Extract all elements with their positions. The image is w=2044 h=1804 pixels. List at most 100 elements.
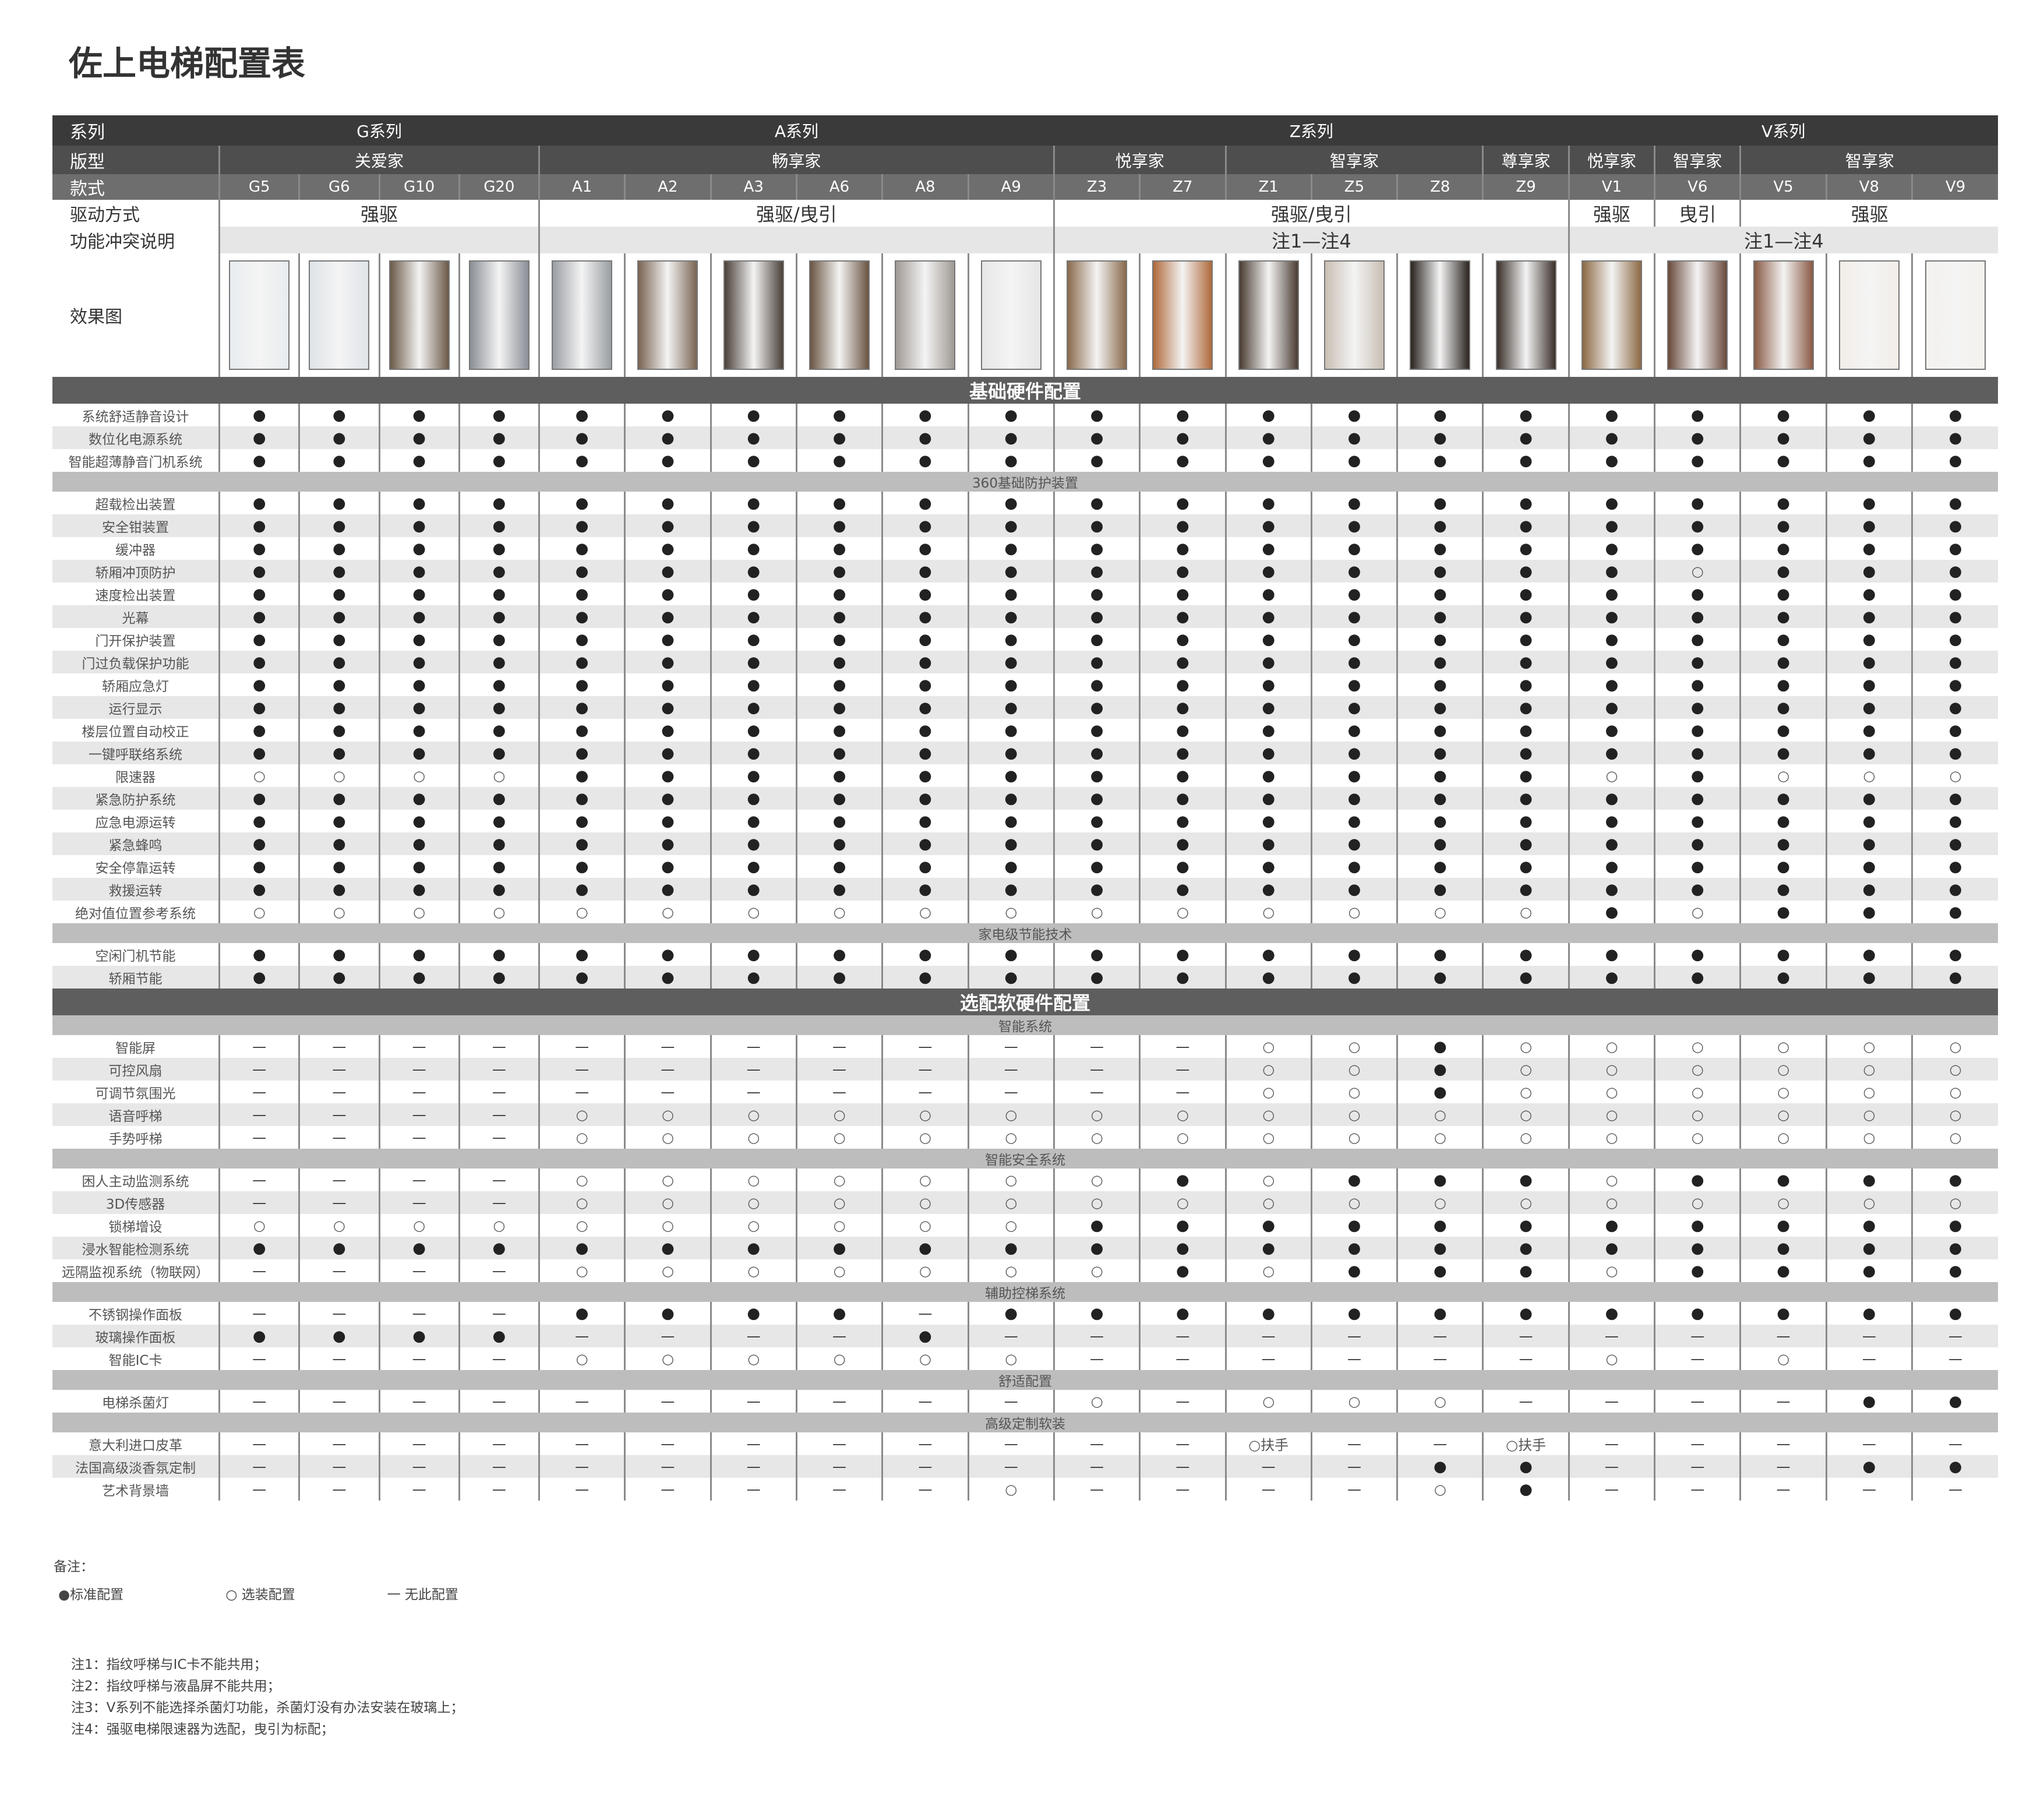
config-cell: ●	[1053, 764, 1140, 787]
table-row: 轿厢节能 ● ● ● ● ● ● ● ● ● ● ● ● ● ● ● ● ● ● ● ● ●	[52, 966, 1998, 989]
config-cell: —	[881, 1058, 969, 1081]
config-cell: —	[1654, 1478, 1741, 1501]
elevator-car-image	[1067, 260, 1128, 370]
config-cell: —	[1911, 1325, 1998, 1347]
config-cell: ○	[967, 1191, 1054, 1214]
car-image-cell	[538, 253, 625, 377]
config-cell: ○	[1224, 1390, 1312, 1413]
config-cell: ●	[218, 651, 299, 673]
config-cell: ●	[1310, 1237, 1397, 1259]
config-cell: —	[218, 1259, 299, 1282]
config-cell: ●	[1224, 426, 1312, 449]
config-cell: ●	[709, 404, 797, 426]
config-cell: ●	[624, 966, 711, 989]
config-cell: —	[1053, 1325, 1140, 1347]
config-cell: ●	[1310, 787, 1397, 810]
table-row: 运行显示 ● ● ● ● ● ● ● ● ● ● ● ● ● ● ● ● ● ● ● ● ●	[52, 696, 1998, 719]
config-cell: ●	[881, 764, 969, 787]
config-cell: —	[881, 1390, 969, 1413]
config-cell: ○	[1739, 1191, 1827, 1214]
config-cell: ●	[1568, 582, 1655, 605]
config-cell: ●	[1224, 492, 1312, 514]
elevator-car-image	[637, 260, 698, 370]
config-cell: ●	[1654, 1214, 1741, 1237]
config-cell: ○	[881, 1214, 969, 1237]
config-cell: ●	[218, 628, 299, 651]
model-cell: V6	[1654, 174, 1741, 200]
config-cell: ●	[1739, 696, 1827, 719]
config-cell: ○	[1396, 1478, 1483, 1501]
config-cell: ●	[1482, 943, 1569, 966]
config-cell: ○	[709, 1191, 797, 1214]
config-cell: ●	[624, 832, 711, 855]
feature-label: 绝对值位置参考系统	[75, 906, 196, 922]
config-cell: ●	[1053, 787, 1140, 810]
drive-cell: 强驱	[1739, 200, 1998, 227]
series-cell: Z系列	[1054, 115, 1569, 146]
config-cell: ○	[1224, 1259, 1312, 1282]
config-cell: ●	[378, 696, 460, 719]
footnotes: 注1：指纹呼梯与IC卡不能共用； 注2：指纹呼梯与液晶屏不能共用； 注3：V系列…	[71, 1654, 464, 1741]
config-cell: —	[538, 1035, 625, 1058]
config-cell: ○	[1825, 1191, 1912, 1214]
config-cell: ●	[1825, 943, 1912, 966]
config-cell: ●	[1825, 492, 1912, 514]
config-cell: ●	[1396, 1058, 1483, 1081]
config-cell: ●	[1224, 605, 1312, 628]
feature-label: 3D传感器	[52, 1191, 220, 1214]
model-cell: G5	[218, 174, 299, 200]
config-cell: ●	[1139, 764, 1226, 787]
config-cell: ●	[1825, 514, 1912, 537]
config-cell: ○	[1825, 1103, 1912, 1126]
config-cell: ○	[1911, 1058, 1998, 1081]
config-cell: ●	[1139, 560, 1226, 582]
config-cell: ●	[881, 449, 969, 472]
config-cell: ●	[1139, 492, 1226, 514]
config-cell: —	[1911, 1347, 1998, 1370]
table-row: 数位化电源系统 ● ● ● ● ● ● ● ● ● ● ● ● ● ● ● ● ● ● ● ● ●	[52, 426, 1998, 449]
config-cell: ○	[967, 1347, 1054, 1370]
config-cell: ●	[378, 787, 460, 810]
config-cell: ●	[1310, 537, 1397, 560]
config-cell: ●	[1739, 449, 1827, 472]
config-cell: ●	[218, 742, 299, 764]
feature-label: 可控风扇	[52, 1058, 220, 1081]
config-cell: ●	[624, 878, 711, 901]
type-row-label: 版型	[52, 146, 220, 174]
model-cell: Z3	[1053, 174, 1140, 200]
config-cell: ●	[1911, 673, 1998, 696]
config-cell: ●	[1739, 426, 1827, 449]
config-cell: ●	[1310, 449, 1397, 472]
config-cell: ○	[709, 1168, 797, 1191]
table-row: 限速器 ○ ○ ○ ○ ● ● ● ● ● ● ● ● ● ● ● ● ○ ● ○ ○ ○	[52, 764, 1998, 787]
config-cell: ○	[298, 764, 379, 787]
config-cell: —	[1224, 1478, 1312, 1501]
model-cell: G6	[298, 174, 379, 200]
config-cell: ●	[967, 966, 1054, 989]
config-cell: ●	[1310, 404, 1397, 426]
config-cell: ○	[1568, 1103, 1655, 1126]
config-cell: ●	[218, 696, 299, 719]
config-cell: —	[1224, 1325, 1312, 1347]
config-cell: ○	[1482, 1058, 1569, 1081]
config-cell: —	[1139, 1478, 1226, 1501]
config-cell: ●	[709, 764, 797, 787]
config-cell: —	[1568, 1432, 1655, 1455]
config-cell: —	[298, 1103, 379, 1126]
config-cell: ●	[1224, 673, 1312, 696]
config-cell: ○	[709, 1214, 797, 1237]
table-row: 超载检出装置 ● ● ● ● ● ● ● ● ● ● ● ● ● ● ● ● ● ● ● ● ●	[52, 492, 1998, 514]
config-cell: ●	[1053, 404, 1140, 426]
config-cell: ●	[1396, 696, 1483, 719]
config-cell: ●	[1739, 832, 1827, 855]
config-cell: ●	[967, 628, 1054, 651]
config-cell: —	[1139, 1347, 1226, 1370]
config-cell: ●	[1825, 426, 1912, 449]
config-cell: ●	[1482, 1455, 1569, 1478]
config-cell: ●	[458, 582, 539, 605]
config-cell: ●	[1654, 878, 1741, 901]
config-cell: ●	[1482, 1259, 1569, 1282]
config-cell: —	[218, 1432, 299, 1455]
config-cell: ●	[1739, 514, 1827, 537]
config-cell: ○	[1224, 1058, 1312, 1081]
